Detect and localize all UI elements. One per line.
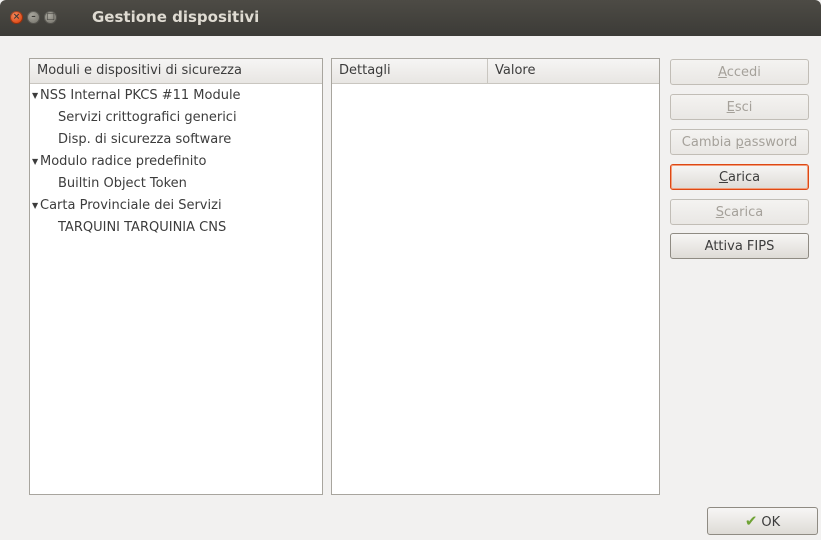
ok-button-label: OK: [761, 515, 781, 530]
tree-item-nss-internal-module[interactable]: ▼ NSS Internal PKCS #11 Module: [30, 85, 322, 107]
expander-down-icon[interactable]: ▼: [32, 85, 38, 107]
tree-item-disp-sicurezza-software[interactable]: Disp. di sicurezza software: [30, 129, 322, 151]
window-title: Gestione dispositivi: [92, 8, 260, 26]
tree-item-label: NSS Internal PKCS #11 Module: [40, 88, 241, 103]
button-label: Attiva FIPS: [704, 239, 775, 254]
button-label: arica: [728, 170, 761, 185]
modules-column-header[interactable]: Moduli e dispositivi di sicurezza: [30, 59, 322, 83]
button-label: carica: [724, 205, 764, 220]
scarica-button[interactable]: Scarica: [670, 199, 809, 225]
button-mnemonic: A: [718, 65, 727, 80]
button-mnemonic: E: [726, 100, 735, 115]
button-mnemonic: C: [718, 170, 729, 185]
tree-item-label: Modulo radice predefinito: [40, 154, 207, 169]
value-column-header[interactable]: Valore: [488, 59, 659, 83]
tree-item-builtin-object-token[interactable]: Builtin Object Token: [30, 173, 322, 195]
tree-item-label: Servizi crittografici generici: [58, 110, 237, 125]
close-icon: ×: [12, 12, 21, 22]
title-bar: × – □ Gestione dispositivi: [0, 0, 821, 36]
tree-item-label: Carta Provinciale dei Servizi: [40, 198, 222, 213]
tree-item-label: TARQUINI TARQUINIA CNS: [58, 220, 227, 235]
minimize-icon: –: [31, 12, 36, 22]
button-mnemonic: p: [735, 135, 744, 150]
button-label: ccedi: [726, 65, 761, 80]
tree-item-modulo-radice[interactable]: ▼ Modulo radice predefinito: [30, 151, 322, 173]
modules-tree-panel: Moduli e dispositivi di sicurezza ▼ NSS …: [29, 58, 323, 495]
expander-down-icon[interactable]: ▼: [32, 195, 38, 217]
window-maximize-button[interactable]: □: [44, 11, 57, 24]
maximize-icon: □: [46, 12, 55, 22]
details-panel: Dettagli Valore: [331, 58, 660, 495]
button-label: sci: [734, 100, 753, 115]
modules-tree: ▼ NSS Internal PKCS #11 Module Servizi c…: [30, 85, 322, 239]
accedi-button[interactable]: Accedi: [670, 59, 809, 85]
ok-button[interactable]: ✔ OK: [707, 507, 818, 535]
cambia-password-button[interactable]: Cambia password: [670, 129, 809, 155]
tree-item-label: Disp. di sicurezza software: [58, 132, 232, 147]
window-close-button[interactable]: ×: [10, 11, 23, 24]
tree-item-label: Builtin Object Token: [58, 176, 187, 191]
attiva-fips-button[interactable]: Attiva FIPS: [670, 233, 809, 259]
tree-item-tarquini-cns[interactable]: TARQUINI TARQUINIA CNS: [30, 217, 322, 239]
tree-item-carta-provinciale[interactable]: ▼ Carta Provinciale dei Servizi: [30, 195, 322, 217]
esci-button[interactable]: Esci: [670, 94, 809, 120]
checkmark-icon: ✔: [744, 512, 758, 530]
button-mnemonic: S: [715, 205, 725, 220]
tree-item-servizi-crittografici[interactable]: Servizi crittografici generici: [30, 107, 322, 129]
expander-down-icon[interactable]: ▼: [32, 151, 38, 173]
modules-tree-header[interactable]: Moduli e dispositivi di sicurezza: [30, 59, 322, 84]
details-header: Dettagli Valore: [332, 59, 659, 84]
details-column-header[interactable]: Dettagli: [332, 59, 488, 83]
button-label: assword: [743, 135, 798, 150]
carica-button[interactable]: Carica: [670, 164, 809, 190]
window-minimize-button[interactable]: –: [27, 11, 40, 24]
button-label: Cambia: [681, 135, 736, 150]
